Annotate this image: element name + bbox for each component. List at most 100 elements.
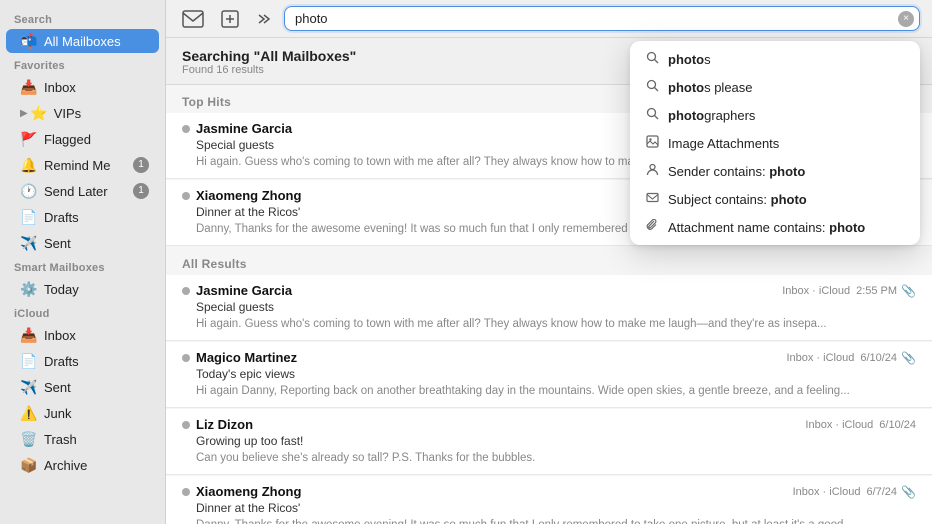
email-top-row-3: Jasmine Garcia Inbox · iCloud 2:55 PM 📎	[182, 283, 916, 298]
person-icon	[644, 163, 660, 179]
email-top-row-6: Xiaomeng Zhong Inbox · iCloud 6/7/24 📎	[182, 484, 916, 499]
sidebar-item-drafts[interactable]: 📄 Drafts	[6, 205, 159, 229]
icloud-drafts-label: Drafts	[44, 354, 149, 369]
icloud-sent-label: Sent	[44, 380, 149, 395]
autocomplete-item-attachment-contains[interactable]: Attachment name contains: photo	[630, 213, 920, 241]
email-time-5: 6/10/24	[879, 419, 916, 431]
flagged-icon: 🚩	[20, 130, 38, 148]
sent-label: Sent	[44, 236, 149, 251]
autocomplete-item-sender-contains[interactable]: Sender contains: photo	[630, 157, 920, 185]
search-icon-3	[644, 107, 660, 123]
autocomplete-item-image-attachments[interactable]: Image Attachments	[630, 129, 920, 157]
drafts-label: Drafts	[44, 210, 149, 225]
email-meta-4: Inbox · iCloud	[786, 352, 854, 364]
sidebar-item-inbox[interactable]: 📥 Inbox	[6, 75, 159, 99]
sidebar-item-icloud-inbox[interactable]: 📥 Inbox	[6, 323, 159, 347]
search-input[interactable]	[284, 6, 920, 31]
sidebar-item-icloud-trash[interactable]: 🗑️ Trash	[6, 427, 159, 451]
sidebar-item-remind-me[interactable]: 🔔 Remind Me 1	[6, 153, 159, 177]
email-item-all-2[interactable]: Magico Martinez Inbox · iCloud 6/10/24 📎…	[166, 342, 932, 408]
sidebar-section-icloud: iCloud	[0, 302, 165, 322]
today-label: Today	[44, 282, 149, 297]
search-icon	[644, 51, 660, 67]
email-time-4: 6/10/24	[860, 352, 897, 364]
icloud-inbox-icon: 📥	[20, 326, 38, 344]
email-sender-4: Magico Martinez	[196, 350, 786, 365]
remind-me-icon: 🔔	[20, 156, 38, 174]
sidebar-item-all-mailboxes[interactable]: 📬 All Mailboxes	[6, 29, 159, 53]
sidebar-item-vips[interactable]: ▶ ⭐ VIPs	[6, 101, 159, 125]
email-sender-5: Liz Dizon	[196, 417, 805, 432]
autocomplete-dropdown: photos photos please photographers Image…	[630, 41, 920, 245]
icloud-sent-icon: ✈️	[20, 378, 38, 396]
avatar-4	[182, 354, 190, 362]
sent-icon: ✈️	[20, 234, 38, 252]
email-subject-6: Dinner at the Ricos'	[182, 501, 916, 515]
sidebar-item-today[interactable]: ⚙️ Today	[6, 277, 159, 301]
compose-button[interactable]	[216, 7, 244, 31]
email-subject-3: Special guests	[182, 300, 916, 314]
sidebar-item-icloud-sent[interactable]: ✈️ Sent	[6, 375, 159, 399]
drafts-icon: 📄	[20, 208, 38, 226]
top-toolbar: × photos photos please photographers	[166, 0, 932, 38]
email-top-row-5: Liz Dizon Inbox · iCloud 6/10/24	[182, 417, 916, 432]
avatar-5	[182, 421, 190, 429]
autocomplete-label-attachment: Attachment name contains: photo	[668, 220, 906, 235]
envelope-icon	[644, 191, 660, 207]
email-time-3: 2:55 PM	[856, 285, 897, 297]
mail-icon	[182, 10, 204, 28]
autocomplete-item-photographers[interactable]: photographers	[630, 101, 920, 129]
sidebar: Search 📬 All Mailboxes Favorites 📥 Inbox…	[0, 0, 166, 524]
attachment-icon-3: 📎	[901, 284, 916, 298]
inbox-icon: 📥	[20, 78, 38, 96]
icloud-junk-icon: ⚠️	[20, 404, 38, 422]
search-icon-2	[644, 79, 660, 95]
autocomplete-item-photos-please[interactable]: photos please	[630, 73, 920, 101]
icloud-drafts-icon: 📄	[20, 352, 38, 370]
send-later-icon: 🕐	[20, 182, 38, 200]
vips-icon: ⭐	[30, 104, 48, 122]
autocomplete-item-photos[interactable]: photos	[630, 45, 920, 73]
email-item-all-1[interactable]: Jasmine Garcia Inbox · iCloud 2:55 PM 📎 …	[166, 275, 932, 341]
search-clear-button[interactable]: ×	[898, 11, 914, 27]
email-item-all-4[interactable]: Xiaomeng Zhong Inbox · iCloud 6/7/24 📎 D…	[166, 476, 932, 524]
send-later-badge: 1	[133, 183, 149, 199]
sidebar-section-smart: Smart Mailboxes	[0, 256, 165, 276]
mail-icon-button[interactable]	[178, 8, 208, 30]
autocomplete-label-photos: photos	[668, 52, 906, 67]
autocomplete-label-subject: Subject contains: photo	[668, 192, 906, 207]
email-preview-3: Hi again. Guess who's coming to town wit…	[182, 316, 916, 332]
sidebar-item-sent[interactable]: ✈️ Sent	[6, 231, 159, 255]
autocomplete-item-subject-contains[interactable]: Subject contains: photo	[630, 185, 920, 213]
email-item-all-3[interactable]: Liz Dizon Inbox · iCloud 6/10/24 Growing…	[166, 409, 932, 475]
icloud-junk-label: Junk	[44, 406, 149, 421]
avatar-6	[182, 488, 190, 496]
sidebar-item-icloud-junk[interactable]: ⚠️ Junk	[6, 401, 159, 425]
email-meta-6: Inbox · iCloud	[793, 486, 861, 498]
vips-chevron-icon: ▶	[20, 108, 28, 119]
flagged-label: Flagged	[44, 132, 149, 147]
sidebar-search-label: Search	[0, 8, 165, 28]
remind-me-label: Remind Me	[44, 158, 133, 173]
sidebar-item-flagged[interactable]: 🚩 Flagged	[6, 127, 159, 151]
sidebar-section-favorites: Favorites	[0, 54, 165, 74]
chevron-double-right-button[interactable]	[252, 9, 276, 29]
sidebar-item-send-later[interactable]: 🕐 Send Later 1	[6, 179, 159, 203]
email-sender-3: Jasmine Garcia	[196, 283, 782, 298]
autocomplete-label-sender: Sender contains: photo	[668, 164, 906, 179]
vips-label: VIPs	[54, 106, 149, 121]
all-mailboxes-icon: 📬	[20, 32, 38, 50]
autocomplete-label-photos-please: photos please	[668, 80, 906, 95]
all-results-header: All Results	[166, 247, 932, 275]
autocomplete-label-image-attachments: Image Attachments	[668, 136, 906, 151]
autocomplete-label-photographers: photographers	[668, 108, 906, 123]
email-sender-6: Xiaomeng Zhong	[196, 484, 793, 499]
icloud-archive-icon: 📦	[20, 456, 38, 474]
paperclip-icon	[644, 219, 660, 235]
sidebar-item-icloud-drafts[interactable]: 📄 Drafts	[6, 349, 159, 373]
image-icon	[644, 135, 660, 151]
attachment-icon-6: 📎	[901, 485, 916, 499]
search-box-wrapper: ×	[284, 6, 920, 31]
attachment-icon-4: 📎	[901, 351, 916, 365]
sidebar-item-icloud-archive[interactable]: 📦 Archive	[6, 453, 159, 477]
